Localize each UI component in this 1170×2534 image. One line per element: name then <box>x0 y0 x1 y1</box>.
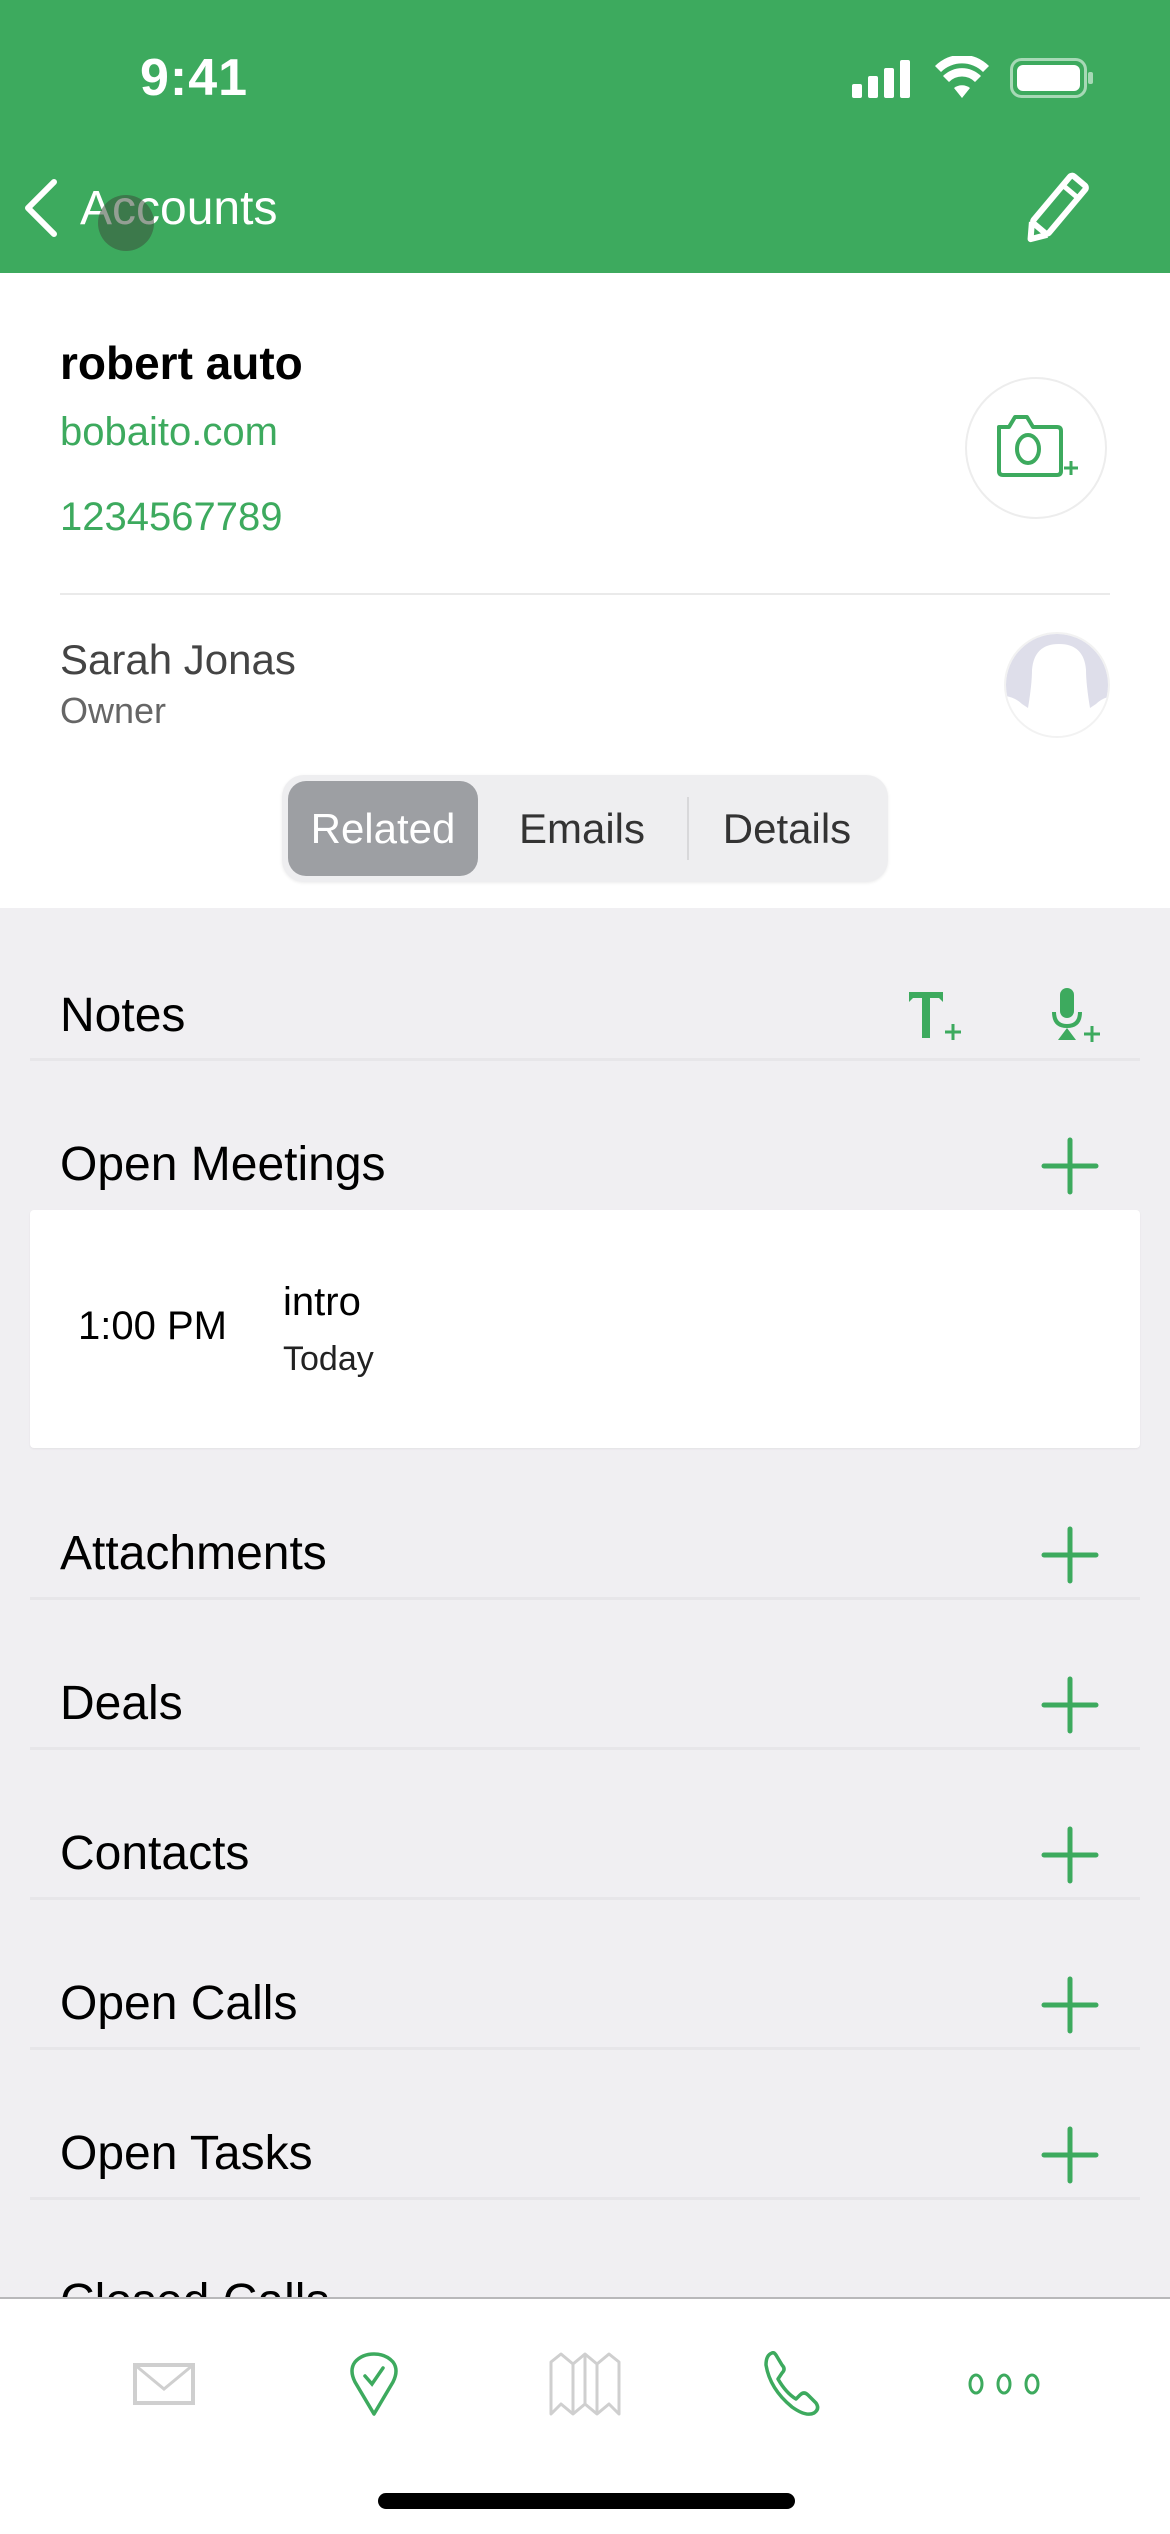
account-name: robert auto <box>60 337 303 389</box>
segment-emails[interactable]: Emails <box>482 781 682 876</box>
wifi-icon <box>935 56 989 98</box>
tab-map[interactable] <box>525 2339 645 2429</box>
segment-details[interactable]: Details <box>692 781 882 876</box>
add-deal-plus-icon[interactable] <box>1040 1675 1100 1735</box>
tab-calls[interactable] <box>734 2339 854 2429</box>
person-placeholder-icon <box>1006 634 1108 736</box>
section-title-open-meetings: Open Meetings <box>60 1138 386 1191</box>
section-title-deals: Deals <box>60 1677 183 1730</box>
section-title-attachments: Attachments <box>60 1527 327 1580</box>
add-call-plus-icon[interactable] <box>1040 1975 1100 2035</box>
segment-related[interactable]: Related <box>288 781 478 876</box>
more-dots-icon <box>968 2373 1040 2395</box>
meeting-date: Today <box>283 1340 374 1378</box>
chevron-left-icon <box>25 179 57 237</box>
segment-separator <box>687 797 689 860</box>
add-photo-button[interactable] <box>965 377 1107 519</box>
tab-more[interactable] <box>944 2339 1064 2429</box>
location-check-icon <box>350 2352 398 2416</box>
meeting-time: 1:00 PM <box>78 1304 227 1348</box>
section-title-open-tasks: Open Tasks <box>60 2127 313 2180</box>
divider <box>60 593 1110 595</box>
voice-note-add-icon[interactable] <box>1050 988 1104 1044</box>
section-divider <box>30 1747 1140 1750</box>
section-divider <box>30 2197 1140 2200</box>
meeting-title: intro <box>283 1280 361 1324</box>
map-icon <box>549 2352 621 2416</box>
navigation-header: 9:41 Accounts <box>0 0 1170 273</box>
section-title-open-calls: Open Calls <box>60 1977 298 2030</box>
section-divider <box>30 1597 1140 1600</box>
section-divider <box>30 2047 1140 2050</box>
tab-check-in[interactable] <box>314 2339 434 2429</box>
battery-icon <box>1010 58 1093 98</box>
account-website-link[interactable]: bobaito.com <box>60 410 278 455</box>
envelope-icon <box>133 2363 195 2405</box>
add-meeting-plus-icon[interactable] <box>1040 1136 1100 1196</box>
owner-avatar[interactable] <box>1004 632 1110 738</box>
touch-indicator <box>98 195 154 251</box>
home-indicator[interactable] <box>378 2493 795 2509</box>
cellular-signal-icon <box>852 60 910 98</box>
section-divider <box>30 1058 1140 1061</box>
tab-mail[interactable] <box>105 2339 225 2429</box>
section-title-contacts: Contacts <box>60 1827 250 1880</box>
add-attachment-plus-icon[interactable] <box>1040 1525 1100 1585</box>
section-divider <box>30 1897 1140 1900</box>
phone-icon <box>764 2351 820 2416</box>
account-phone-link[interactable]: 1234567789 <box>60 495 282 540</box>
owner-role: Owner <box>60 690 167 731</box>
section-title-notes: Notes <box>60 989 186 1042</box>
camera-add-icon <box>997 415 1078 477</box>
text-note-add-icon[interactable] <box>905 988 965 1044</box>
status-time: 9:41 <box>140 49 249 107</box>
owner-name[interactable]: Sarah Jonas <box>60 636 296 684</box>
pencil-icon[interactable] <box>1015 170 1095 250</box>
add-contact-plus-icon[interactable] <box>1040 1825 1100 1885</box>
segmented-control: Related Emails Details <box>282 775 888 882</box>
add-task-plus-icon[interactable] <box>1040 2125 1100 2185</box>
